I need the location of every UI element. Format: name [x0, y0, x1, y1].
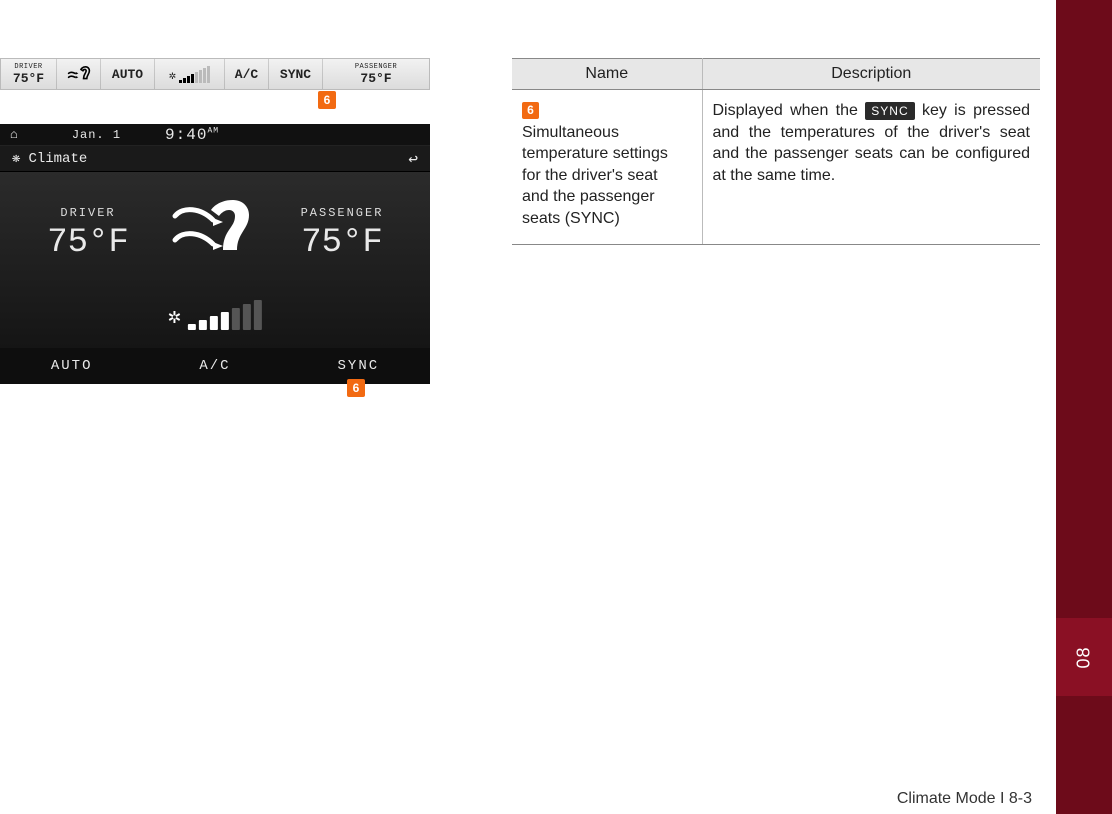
topbar-passenger-temp: 75°F — [360, 71, 391, 86]
topbar-sync: SYNC — [280, 67, 311, 82]
topbar-passenger-label: PASSENGER — [355, 63, 397, 71]
breadcrumb-bar: ❋ Climate ↩ — [0, 146, 430, 172]
status-bar: ⌂ Jan. 1 9:40AM — [0, 124, 430, 146]
topbar-ac: A/C — [235, 67, 258, 82]
status-date: Jan. 1 — [72, 128, 121, 142]
btn-sync: SYNC — [287, 358, 430, 374]
btn-auto: AUTO — [0, 358, 143, 374]
description-table: Name Description 6 Simultaneous temperatu… — [512, 58, 1040, 245]
chapter-tab: 08 — [1056, 618, 1112, 696]
topbar-fan-level: ✲ — [169, 66, 210, 83]
climate-icon: ❋ — [12, 150, 20, 167]
btn-ac: A/C — [143, 358, 286, 374]
passenger-label: PASSENGER — [272, 206, 412, 220]
topbar-driver-temp: 75°F — [13, 71, 44, 86]
driver-temp: 75°F — [18, 224, 158, 262]
fan-level-indicator: ✲ — [168, 300, 262, 330]
breadcrumb-title: Climate — [28, 151, 87, 167]
topbar-driver-label: DRIVER — [14, 63, 42, 71]
climate-body: DRIVER 75°F PASSENGER 75°F ✲ — [0, 172, 430, 348]
back-icon: ↩ — [408, 149, 418, 169]
vent-mode-icon — [66, 64, 92, 84]
th-name: Name — [512, 59, 702, 90]
left-column: DRIVER 75°F AUTO ✲ A/C SYNC P — [0, 58, 430, 90]
bottom-button-bar: AUTO A/C SYNC — [0, 348, 430, 384]
right-column: Name Description 6 Simultaneous temperatu… — [512, 58, 1040, 245]
status-time: 9:40AM — [165, 126, 219, 144]
passenger-temp: 75°F — [272, 224, 412, 262]
hvac-topbar-screenshot: DRIVER 75°F AUTO ✲ A/C SYNC P — [0, 58, 430, 90]
home-icon: ⌂ — [10, 127, 18, 142]
row-name: Simultaneous temperature settings for th… — [522, 122, 672, 230]
chapter-number: 08 — [1074, 646, 1095, 668]
driver-label: DRIVER — [18, 206, 158, 220]
callout-marker-bottom: 6 — [347, 379, 365, 397]
fan-icon: ✲ — [169, 68, 176, 83]
hvac-screen-screenshot: ⌂ Jan. 1 9:40AM ❋ Climate ↩ DRIVER 75°F … — [0, 124, 430, 384]
callout-marker-top: 6 — [318, 91, 336, 109]
passenger-temp-block: PASSENGER 75°F — [272, 206, 412, 262]
table-row: 6 Simultaneous temperature settings for t… — [512, 90, 1040, 245]
airflow-figure-icon — [155, 190, 275, 270]
page-footer: Climate Mode I 8-3 — [897, 790, 1032, 808]
row-description: Displayed when the SYNC key is pressed a… — [702, 90, 1040, 245]
sync-key-badge: SYNC — [865, 102, 914, 120]
row-number-badge: 6 — [522, 102, 539, 119]
driver-temp-block: DRIVER 75°F — [18, 206, 158, 262]
th-desc: Description — [702, 59, 1040, 90]
topbar-auto: AUTO — [112, 67, 143, 82]
fan-icon: ✲ — [168, 304, 181, 330]
